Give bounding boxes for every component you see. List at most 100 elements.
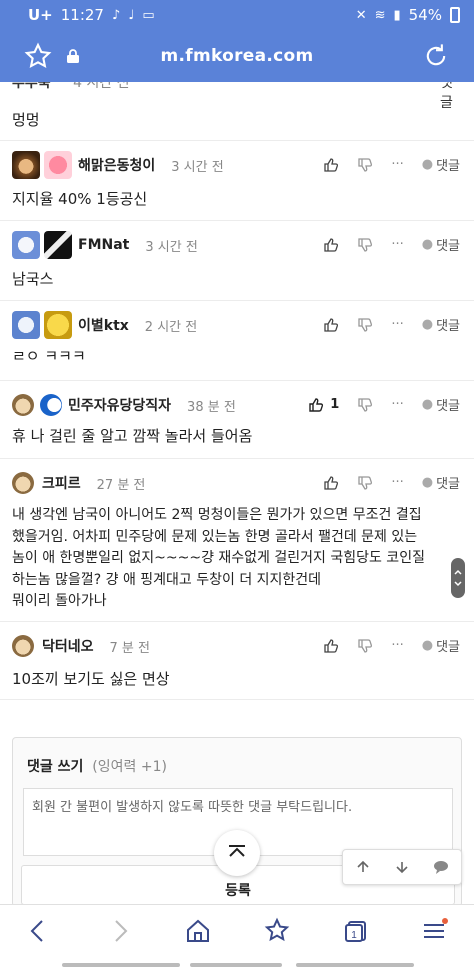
more-icon[interactable]: ···	[391, 317, 403, 332]
message-icon: ▭	[142, 7, 155, 23]
comment-author[interactable]: 민주자유당당직자	[68, 395, 171, 415]
comment-actions: 1 ··· ● 댓글	[308, 395, 460, 414]
speech-bubble-icon: ●	[421, 157, 434, 172]
comment-line: 놈이 애 한명뿐일리 없지~~~~걍 재수없게 걸린거지 국힘당도 코인질	[12, 550, 425, 566]
dog-avatar-icon	[12, 151, 40, 179]
menu-icon[interactable]	[420, 917, 448, 945]
comment-item: 이별ktx 2 시간 전 ··· ● 댓글 ㄹㅇ ㅋㅋㅋ	[0, 301, 474, 381]
comment-time: 3 시간 전	[171, 159, 224, 175]
reload-icon[interactable]	[422, 42, 450, 70]
reply-label: 댓글	[436, 239, 460, 254]
thumbs-up-icon[interactable]	[323, 317, 339, 333]
reply-button[interactable]: ● 댓글	[422, 315, 460, 334]
more-icon[interactable]: ···	[391, 397, 403, 412]
thumbs-up-icon[interactable]	[308, 397, 324, 413]
partial-author: 루루북	[12, 82, 51, 91]
forward-icon[interactable]	[106, 917, 134, 945]
reply-button[interactable]: ● 댓글	[422, 155, 460, 174]
like-group[interactable]: 1	[308, 397, 339, 413]
thumbs-up-icon[interactable]	[323, 475, 339, 491]
wifi-icon: ≋	[374, 7, 386, 23]
comment-author[interactable]: 닥터네오	[42, 636, 94, 656]
thumbs-up-icon[interactable]	[323, 157, 339, 173]
status-bar: U+ 11:27 ♪ ♩ ▭ ✕ ≋ ▮ 54%	[0, 0, 474, 32]
thumbs-down-icon[interactable]	[357, 317, 373, 333]
more-icon[interactable]: ···	[391, 475, 403, 490]
more-icon[interactable]: ···	[391, 237, 403, 252]
reply-label: 댓글	[436, 159, 460, 174]
battery-icon	[450, 7, 460, 23]
gesture-bar-center	[190, 963, 282, 967]
reply-label: 댓글	[436, 319, 460, 334]
url-text[interactable]: m.fmkorea.com	[0, 46, 474, 66]
back-icon[interactable]	[24, 917, 52, 945]
comment-author[interactable]: FMNat	[78, 237, 129, 253]
tabs-icon[interactable]: 1	[342, 917, 370, 945]
comment-text: 멍멍	[12, 111, 40, 129]
reply-label: 댓글	[436, 477, 460, 492]
comment-time: 3 시간 전	[145, 239, 198, 255]
pink-avatar-icon	[44, 151, 72, 179]
puppy-avatar-icon	[12, 635, 34, 657]
comment-text: ㄹㅇ ㅋㅋㅋ	[12, 347, 86, 365]
thumbs-down-icon[interactable]	[357, 475, 373, 491]
comment-time: 2 시간 전	[144, 319, 198, 335]
scroll-top-button[interactable]	[214, 830, 260, 876]
comment-time: 7 분 전	[109, 640, 150, 656]
more-icon[interactable]: ···	[391, 638, 403, 653]
blue-logo-avatar-icon	[40, 394, 62, 416]
reply-label: 댓글	[436, 640, 460, 655]
puppy-avatar-icon	[12, 472, 34, 494]
thumbs-up-icon[interactable]	[323, 237, 339, 253]
home-icon[interactable]	[184, 917, 212, 945]
comment-item: 해맑은동청이 3 시간 전 ··· ● 댓글 지지율 40% 1등공신	[0, 141, 474, 221]
arrow-down-icon[interactable]	[394, 859, 410, 875]
bookmarks-icon[interactable]	[263, 917, 291, 945]
comment-item: 크피르 27 분 전 ··· ● 댓글 내 생각엔 남국이 아니어도 2찍 멍청이…	[0, 459, 474, 622]
reply-button[interactable]: ● 댓글	[422, 395, 460, 414]
thumbs-down-icon[interactable]	[357, 237, 373, 253]
comment-line: 내 생각엔 남국이 아니어도 2찍 멍청이들은 뭔가가 있으면 무조건 결집	[12, 507, 422, 523]
speech-bubble-icon: ●	[421, 475, 434, 490]
gesture-bar-right	[296, 963, 414, 967]
speech-bubble-icon: ●	[421, 237, 434, 252]
battery-level: 54%	[408, 6, 442, 24]
comment-author[interactable]: 이별ktx	[78, 315, 129, 335]
comment-text: 10조끼 보기도 싫은 면상	[12, 670, 170, 688]
thumbs-down-icon[interactable]	[357, 397, 373, 413]
yellow-avatar-icon	[44, 311, 72, 339]
partial-reply[interactable]: 댓글	[440, 82, 453, 112]
thumbs-down-icon[interactable]	[357, 638, 373, 654]
comment-time: 38 분 전	[187, 399, 236, 415]
partial-header: 루루북 4 시간 전 댓글	[12, 82, 453, 111]
side-scroll-handle[interactable]	[451, 558, 465, 598]
gesture-bar-left	[62, 963, 180, 967]
comment-text: 내 생각엔 남국이 아니어도 2찍 멍청이들은 뭔가가 있으면 무조건 결집 했…	[12, 505, 452, 613]
comment-actions: ··· ● 댓글	[323, 315, 460, 334]
reply-button[interactable]: ● 댓글	[422, 636, 460, 655]
speech-bubble-icon: ●	[421, 638, 434, 653]
arrow-up-icon[interactable]	[355, 859, 371, 875]
thumbs-up-icon[interactable]	[323, 638, 339, 654]
write-points: (잉여력 +1)	[92, 759, 167, 775]
url-bar[interactable]: m.fmkorea.com	[0, 36, 474, 80]
comment-actions: ··· ● 댓글	[323, 473, 460, 492]
comment-line: 했을거임. 어차피 민주당에 문제 있는놈 한명 골라서 팰건데 문제 있는	[12, 528, 418, 545]
reply-label: 댓글	[436, 399, 460, 414]
white-dog-avatar-icon	[12, 231, 40, 259]
puppy-avatar-icon	[12, 394, 34, 416]
comment-actions: ··· ● 댓글	[323, 235, 460, 254]
comment-author[interactable]: 크피르	[42, 473, 81, 493]
reply-button[interactable]: ● 댓글	[422, 473, 460, 492]
thumbs-down-icon[interactable]	[357, 157, 373, 173]
comment-line: 뭐이리 돌아가나	[12, 593, 107, 609]
comment-item: 민주자유당당직자 38 분 전 1 ··· ● 댓글 휴 나 걸린 줄 알고 깜짝…	[0, 381, 474, 459]
reply-button[interactable]: ● 댓글	[422, 235, 460, 254]
more-icon[interactable]: ···	[391, 157, 403, 172]
seal-avatar-icon	[12, 311, 40, 339]
comment-bubble-icon[interactable]	[433, 859, 449, 875]
partial-time: 4 시간 전	[73, 82, 130, 91]
comment-actions: ··· ● 댓글	[323, 155, 460, 174]
comment-author[interactable]: 해맑은동청이	[78, 155, 155, 175]
svg-text:1: 1	[351, 930, 357, 941]
